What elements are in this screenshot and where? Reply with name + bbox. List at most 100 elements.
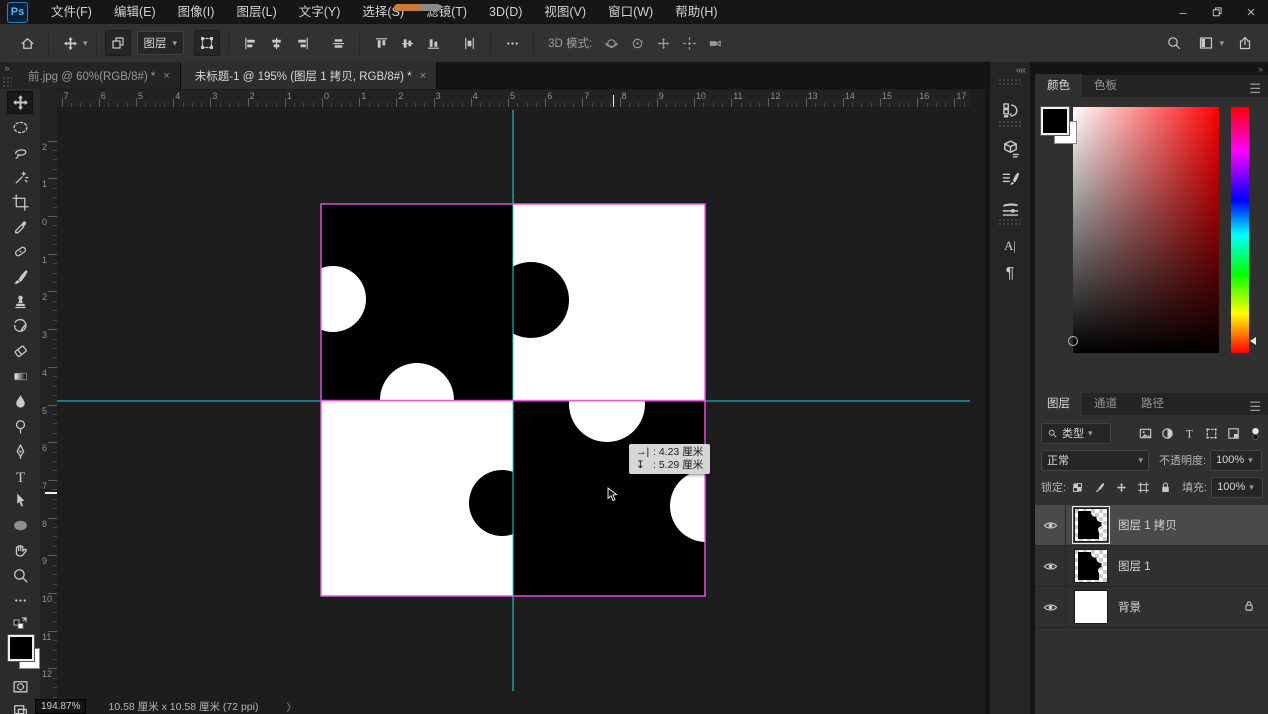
- filter-pixel-layers-button[interactable]: [1134, 423, 1156, 443]
- blend-mode-dropdown[interactable]: 正常▾: [1041, 450, 1149, 471]
- document-tab-0[interactable]: 前.jpg @ 60%(RGB/8#) * ×: [14, 62, 181, 89]
- lasso-tool[interactable]: [7, 141, 33, 164]
- workspace-button[interactable]: [1193, 30, 1219, 56]
- menu-3[interactable]: 图层(L): [225, 0, 287, 24]
- layer-row-0[interactable]: 图层 1 拷贝: [1035, 505, 1268, 546]
- horizontal-ruler[interactable]: 765432101234567891011121314151617: [57, 90, 970, 108]
- move-tool-preset[interactable]: [57, 30, 83, 56]
- foreground-color-swatch[interactable]: [8, 635, 34, 661]
- close-tab-icon[interactable]: ×: [163, 70, 169, 82]
- panel-button-paragraph[interactable]: ¶: [997, 261, 1023, 287]
- layer-name[interactable]: 图层 1 拷贝: [1118, 517, 1177, 533]
- hue-slider[interactable]: [1231, 107, 1249, 353]
- tab-色板[interactable]: 色板: [1082, 74, 1129, 97]
- layer-filter-type-dropdown[interactable]: 类型▾: [1041, 423, 1111, 444]
- home-button[interactable]: [14, 30, 40, 56]
- close-button[interactable]: ×: [1234, 0, 1268, 24]
- align-left-edges-button[interactable]: [237, 30, 263, 56]
- layer-visibility-toggle[interactable]: [1035, 587, 1066, 627]
- panel-menu-icon[interactable]: ☰: [1249, 81, 1261, 97]
- menu-8[interactable]: 视图(V): [533, 0, 597, 24]
- eyedropper-tool[interactable]: [7, 216, 33, 239]
- dodge-tool[interactable]: [7, 415, 33, 438]
- fill-field[interactable]: 100%▾: [1211, 477, 1263, 498]
- restore-button[interactable]: [1200, 0, 1234, 24]
- layer-thumbnail[interactable]: [1074, 508, 1108, 542]
- expand-panels-button[interactable]: ««: [1016, 65, 1025, 76]
- history-brush-tool[interactable]: [7, 315, 33, 338]
- panel-button-brush-settings[interactable]: [997, 165, 1023, 191]
- panel-group-grip[interactable]: [998, 78, 1022, 85]
- panel-button-character[interactable]: A|: [997, 233, 1023, 259]
- layer-name[interactable]: 背景: [1118, 599, 1141, 615]
- layer-visibility-toggle[interactable]: [1035, 505, 1066, 545]
- zoom-tool[interactable]: [7, 564, 33, 587]
- threed-pan-button[interactable]: [650, 30, 676, 56]
- marquee-tool[interactable]: [7, 116, 33, 139]
- more-options-button[interactable]: [499, 30, 525, 56]
- opacity-field[interactable]: 100%▾: [1210, 450, 1262, 471]
- menu-0[interactable]: 文件(F): [40, 0, 103, 24]
- blur-tool[interactable]: [7, 390, 33, 413]
- share-button[interactable]: [1232, 30, 1258, 56]
- shape-tool[interactable]: [7, 514, 33, 537]
- screen-mode-button[interactable]: [7, 699, 33, 714]
- tab-颜色[interactable]: 颜色: [1035, 74, 1082, 97]
- filter-adjustment-layers-button[interactable]: [1156, 423, 1178, 443]
- show-transform-controls-toggle[interactable]: [194, 30, 220, 56]
- foreground-color-swatch[interactable]: [1041, 107, 1069, 135]
- filter-smart-objects-button[interactable]: [1222, 423, 1244, 443]
- dock-collapse-left[interactable]: »: [0, 62, 14, 89]
- document-tab-1[interactable]: 未标题-1 @ 195% (图层 1 拷贝, RGB/8#) * ×: [181, 62, 437, 89]
- type-tool[interactable]: T: [7, 465, 33, 488]
- auto-select-target-dropdown[interactable]: 图层▾: [137, 31, 185, 55]
- chevron-down-icon[interactable]: ▾: [83, 38, 88, 49]
- tab-图层[interactable]: 图层: [1035, 392, 1082, 415]
- color-picker-marker[interactable]: [1068, 336, 1078, 346]
- menu-2[interactable]: 图像(I): [167, 0, 226, 24]
- panel-button-brushes[interactable]: [997, 195, 1023, 221]
- close-tab-icon[interactable]: ×: [420, 70, 426, 82]
- align-bottom-edges-button[interactable]: [420, 30, 446, 56]
- path-select-tool[interactable]: [7, 489, 33, 512]
- lock-artboard-button[interactable]: [1132, 477, 1154, 497]
- vertical-ruler[interactable]: 21012345678910111213: [40, 107, 58, 698]
- canvas-area[interactable]: [57, 107, 985, 698]
- threed-roll-button[interactable]: [624, 30, 650, 56]
- lock-position-button[interactable]: [1110, 477, 1132, 497]
- saturation-brightness-box[interactable]: [1073, 107, 1219, 353]
- status-expand-chevron[interactable]: 〉: [286, 699, 296, 714]
- lock-image-pixels-button[interactable]: [1088, 477, 1110, 497]
- layer-row-2[interactable]: 背景: [1035, 587, 1268, 628]
- tab-路径[interactable]: 路径: [1129, 392, 1176, 415]
- auto-select-toggle[interactable]: [105, 30, 131, 56]
- panel-menu-icon[interactable]: ☰: [1249, 399, 1261, 415]
- layer-name[interactable]: 图层 1: [1118, 558, 1151, 574]
- lock-transparent-pixels-button[interactable]: [1066, 477, 1088, 497]
- canvas-image[interactable]: [57, 107, 985, 698]
- align-middle-button[interactable]: [394, 30, 420, 56]
- hand-tool[interactable]: [7, 539, 33, 562]
- layer-row-1[interactable]: 图层 1: [1035, 546, 1268, 587]
- pen-tool[interactable]: [7, 440, 33, 463]
- filter-shape-layers-button[interactable]: [1200, 423, 1222, 443]
- panel-button-history[interactable]: [997, 97, 1023, 123]
- threed-camera-button[interactable]: [702, 30, 728, 56]
- crop-tool[interactable]: [7, 191, 33, 214]
- filter-type-layers-button[interactable]: T: [1178, 423, 1200, 443]
- menu-10[interactable]: 帮助(H): [664, 0, 728, 24]
- layer-thumbnail[interactable]: [1074, 590, 1108, 624]
- minimize-button[interactable]: –: [1166, 0, 1200, 24]
- move-tool[interactable]: [7, 91, 33, 114]
- threed-orbit-button[interactable]: [598, 30, 624, 56]
- align-vertical-centers-button[interactable]: [325, 30, 351, 56]
- eraser-tool[interactable]: [7, 340, 33, 363]
- collapse-panels-button[interactable]: »: [1258, 64, 1262, 74]
- clone-stamp-tool[interactable]: [7, 290, 33, 313]
- align-top-edges-button[interactable]: [368, 30, 394, 56]
- align-right-edges-button[interactable]: [289, 30, 315, 56]
- tab-通道[interactable]: 通道: [1082, 392, 1129, 415]
- layer-visibility-toggle[interactable]: [1035, 546, 1066, 586]
- zoom-level-field[interactable]: 194.87%: [35, 699, 86, 714]
- lock-all-button[interactable]: [1154, 477, 1176, 497]
